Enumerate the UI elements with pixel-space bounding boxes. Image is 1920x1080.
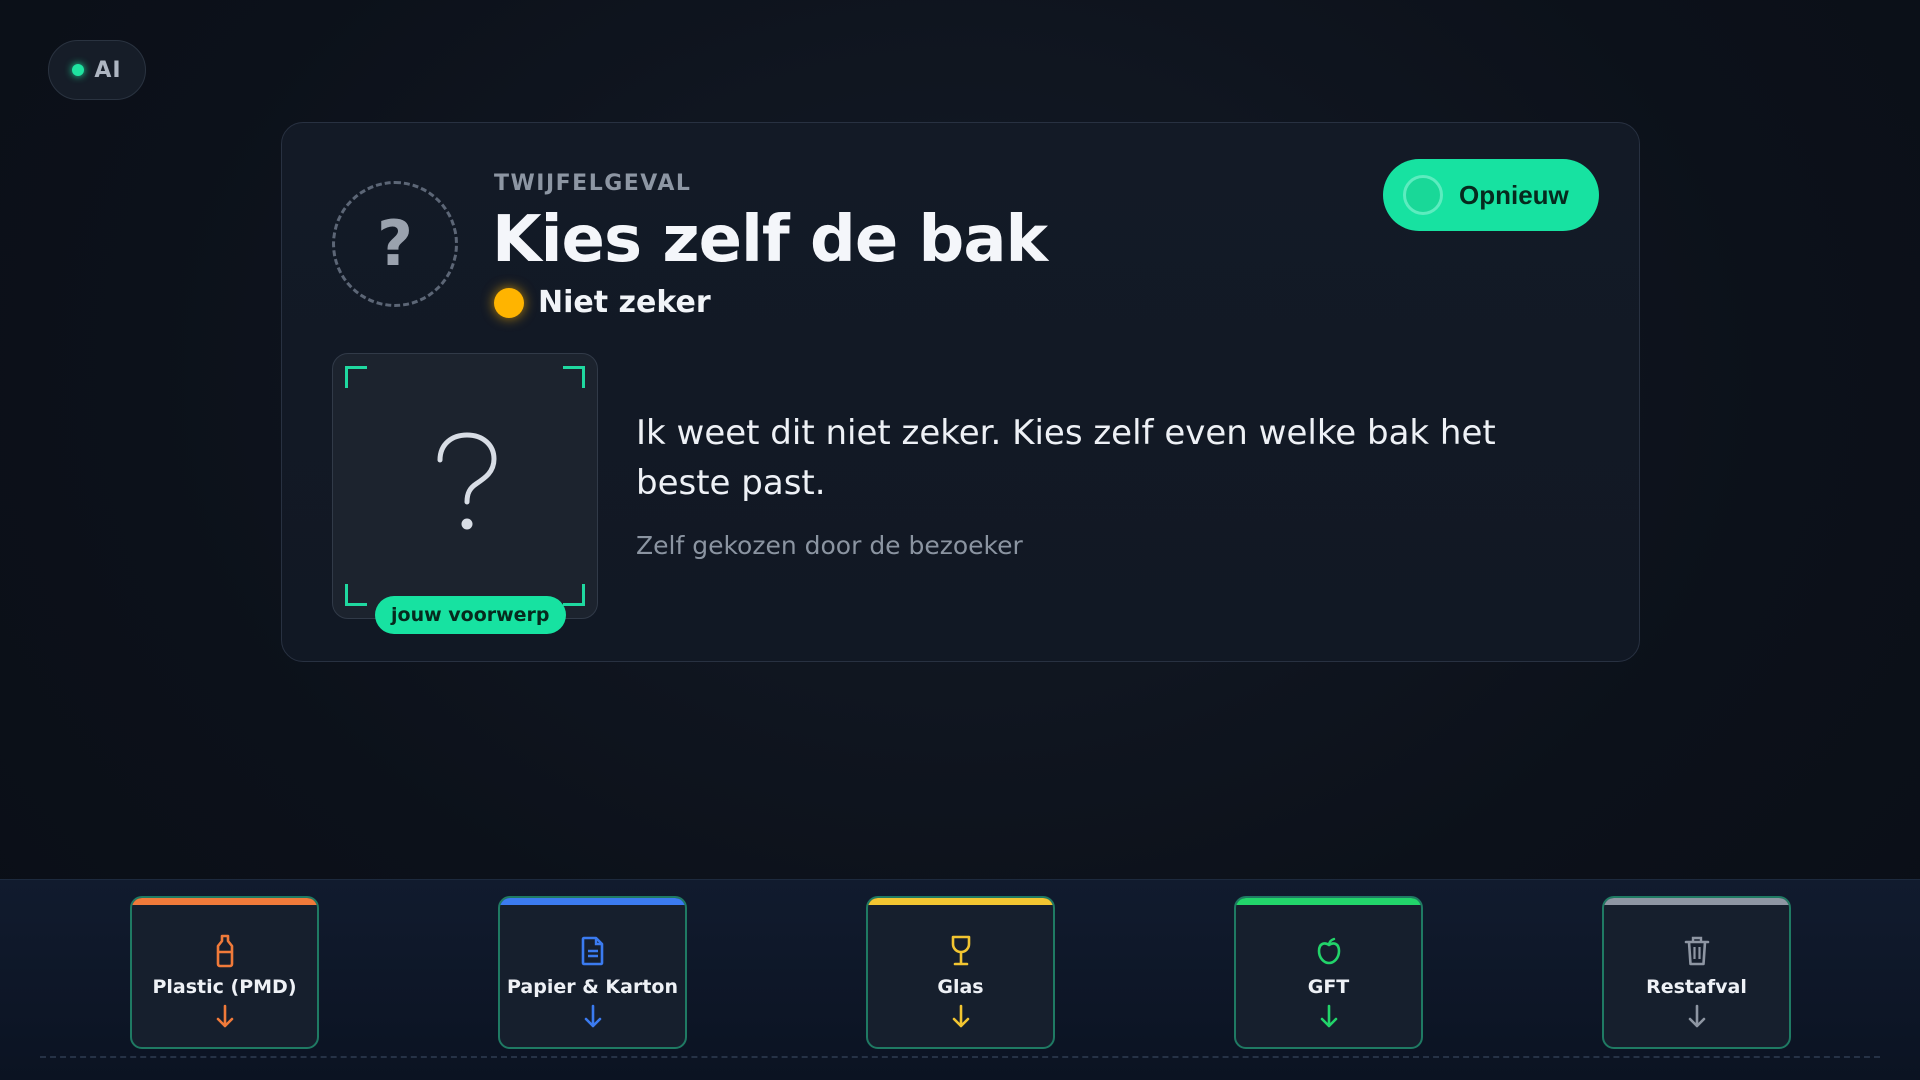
bin-color-strip <box>500 898 685 905</box>
frame-corner-icon <box>345 366 367 388</box>
bin-glass[interactable]: Glas <box>866 896 1055 1049</box>
frame-corner-icon <box>345 584 367 606</box>
retry-button-label: Opnieuw <box>1459 179 1569 210</box>
bottle-icon <box>214 934 236 968</box>
wine-glass-icon <box>950 934 972 968</box>
bin-residual[interactable]: Restafval <box>1602 896 1791 1049</box>
arrow-down-icon <box>1319 1004 1339 1034</box>
arrow-down-icon <box>1687 1004 1707 1034</box>
bin-color-strip <box>1236 898 1421 905</box>
arrow-down-icon <box>951 1004 971 1034</box>
result-message: Ik weet dit niet zeker. Kies zelf even w… <box>636 413 1496 503</box>
result-eyebrow: TWIJFELGEVAL <box>494 171 692 196</box>
bin-organic[interactable]: GFT <box>1234 896 1423 1049</box>
question-icon: ? <box>332 181 458 307</box>
bin-color-strip <box>868 898 1053 905</box>
result-subtext: Zelf gekozen door de bezoeker <box>636 531 1023 560</box>
bin-plastic[interactable]: Plastic (PMD) <box>130 896 319 1049</box>
bin-label: Restafval <box>1646 976 1747 998</box>
result-card: ? TWIJFELGEVAL Kies zelf de bak Niet zek… <box>281 122 1640 662</box>
item-preview: jouw voorwerp <box>332 353 598 634</box>
apple-icon <box>1316 934 1342 968</box>
item-tag: jouw voorwerp <box>375 596 566 634</box>
confidence-status: Niet zeker <box>494 285 711 320</box>
result-title: Kies zelf de bak <box>492 203 1048 277</box>
retry-button[interactable]: Opnieuw <box>1383 159 1599 231</box>
floor-line <box>40 1056 1880 1058</box>
question-mark-icon <box>437 432 497 530</box>
arrow-down-icon <box>215 1004 235 1034</box>
arrow-down-icon <box>583 1004 603 1034</box>
ai-label: AI <box>94 57 122 83</box>
app-screen: AI ? TWIJFELGEVAL Kies zelf de bak Niet … <box>0 0 1920 1080</box>
bin-color-strip <box>1604 898 1789 905</box>
frame-corner-icon <box>563 584 585 606</box>
ai-indicator: AI <box>48 40 146 100</box>
trash-icon <box>1684 934 1710 968</box>
warning-dot-icon <box>494 287 524 318</box>
confidence-status-text: Niet zeker <box>538 285 711 320</box>
document-icon <box>581 934 605 968</box>
retry-ring-icon <box>1403 175 1443 215</box>
bin-label: Plastic (PMD) <box>152 976 297 998</box>
bin-label: Papier & Karton <box>507 976 678 998</box>
bin-label: Glas <box>937 976 984 998</box>
bin-bar: Plastic (PMD) Papier & Karton Glas GFT R… <box>0 879 1920 1080</box>
frame-corner-icon <box>563 366 585 388</box>
bin-color-strip <box>132 898 317 905</box>
bin-paper[interactable]: Papier & Karton <box>498 896 687 1049</box>
ai-status-dot <box>72 64 85 76</box>
bin-label: GFT <box>1307 976 1350 998</box>
